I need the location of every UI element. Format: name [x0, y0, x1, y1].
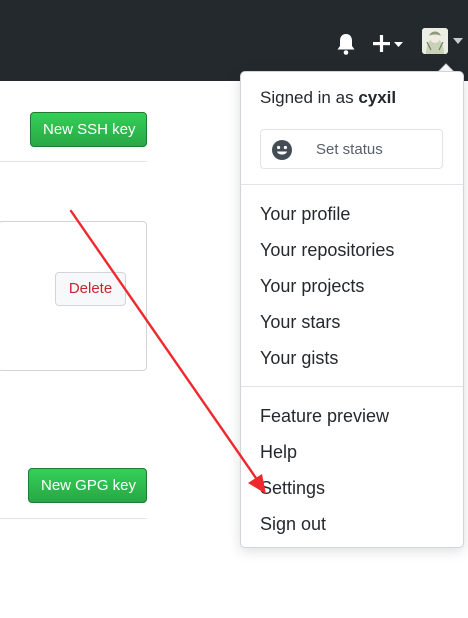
menu-item-sign-out[interactable]: Sign out — [260, 514, 326, 535]
smiley-icon — [271, 139, 293, 161]
user-menu-toggle[interactable] — [422, 28, 466, 58]
menu-item-your-projects[interactable]: Your projects — [260, 276, 364, 297]
delete-ssh-key-button[interactable]: Delete — [55, 272, 126, 306]
menu-item-your-profile[interactable]: Your profile — [260, 204, 350, 225]
signed-in-header: Signed in as cyxil — [260, 88, 396, 108]
user-dropdown-menu: Signed in as cyxil Set status Your profi… — [240, 71, 464, 548]
set-status-label: Set status — [316, 141, 383, 158]
set-status-button[interactable]: Set status — [260, 129, 443, 169]
signed-in-prefix: Signed in as — [260, 88, 354, 107]
top-header — [0, 0, 468, 81]
page: New SSH key Delete New GPG key Signed in… — [0, 0, 468, 618]
menu-item-your-gists[interactable]: Your gists — [260, 348, 338, 369]
section-divider — [0, 518, 147, 519]
section-divider — [0, 161, 147, 162]
create-new-dropdown[interactable] — [372, 32, 406, 56]
bell-icon[interactable] — [335, 32, 357, 56]
menu-divider — [241, 386, 463, 387]
new-gpg-key-button[interactable]: New GPG key — [28, 468, 147, 503]
avatar — [422, 28, 448, 54]
menu-item-your-repositories[interactable]: Your repositories — [260, 240, 394, 261]
menu-item-feature-preview[interactable]: Feature preview — [260, 406, 389, 427]
new-ssh-key-button[interactable]: New SSH key — [30, 112, 147, 147]
menu-item-settings[interactable]: Settings — [260, 478, 325, 499]
menu-item-help[interactable]: Help — [260, 442, 297, 463]
menu-divider — [241, 184, 463, 185]
chevron-down-icon — [453, 38, 463, 44]
username: cyxil — [358, 88, 397, 107]
menu-item-your-stars[interactable]: Your stars — [260, 312, 340, 333]
